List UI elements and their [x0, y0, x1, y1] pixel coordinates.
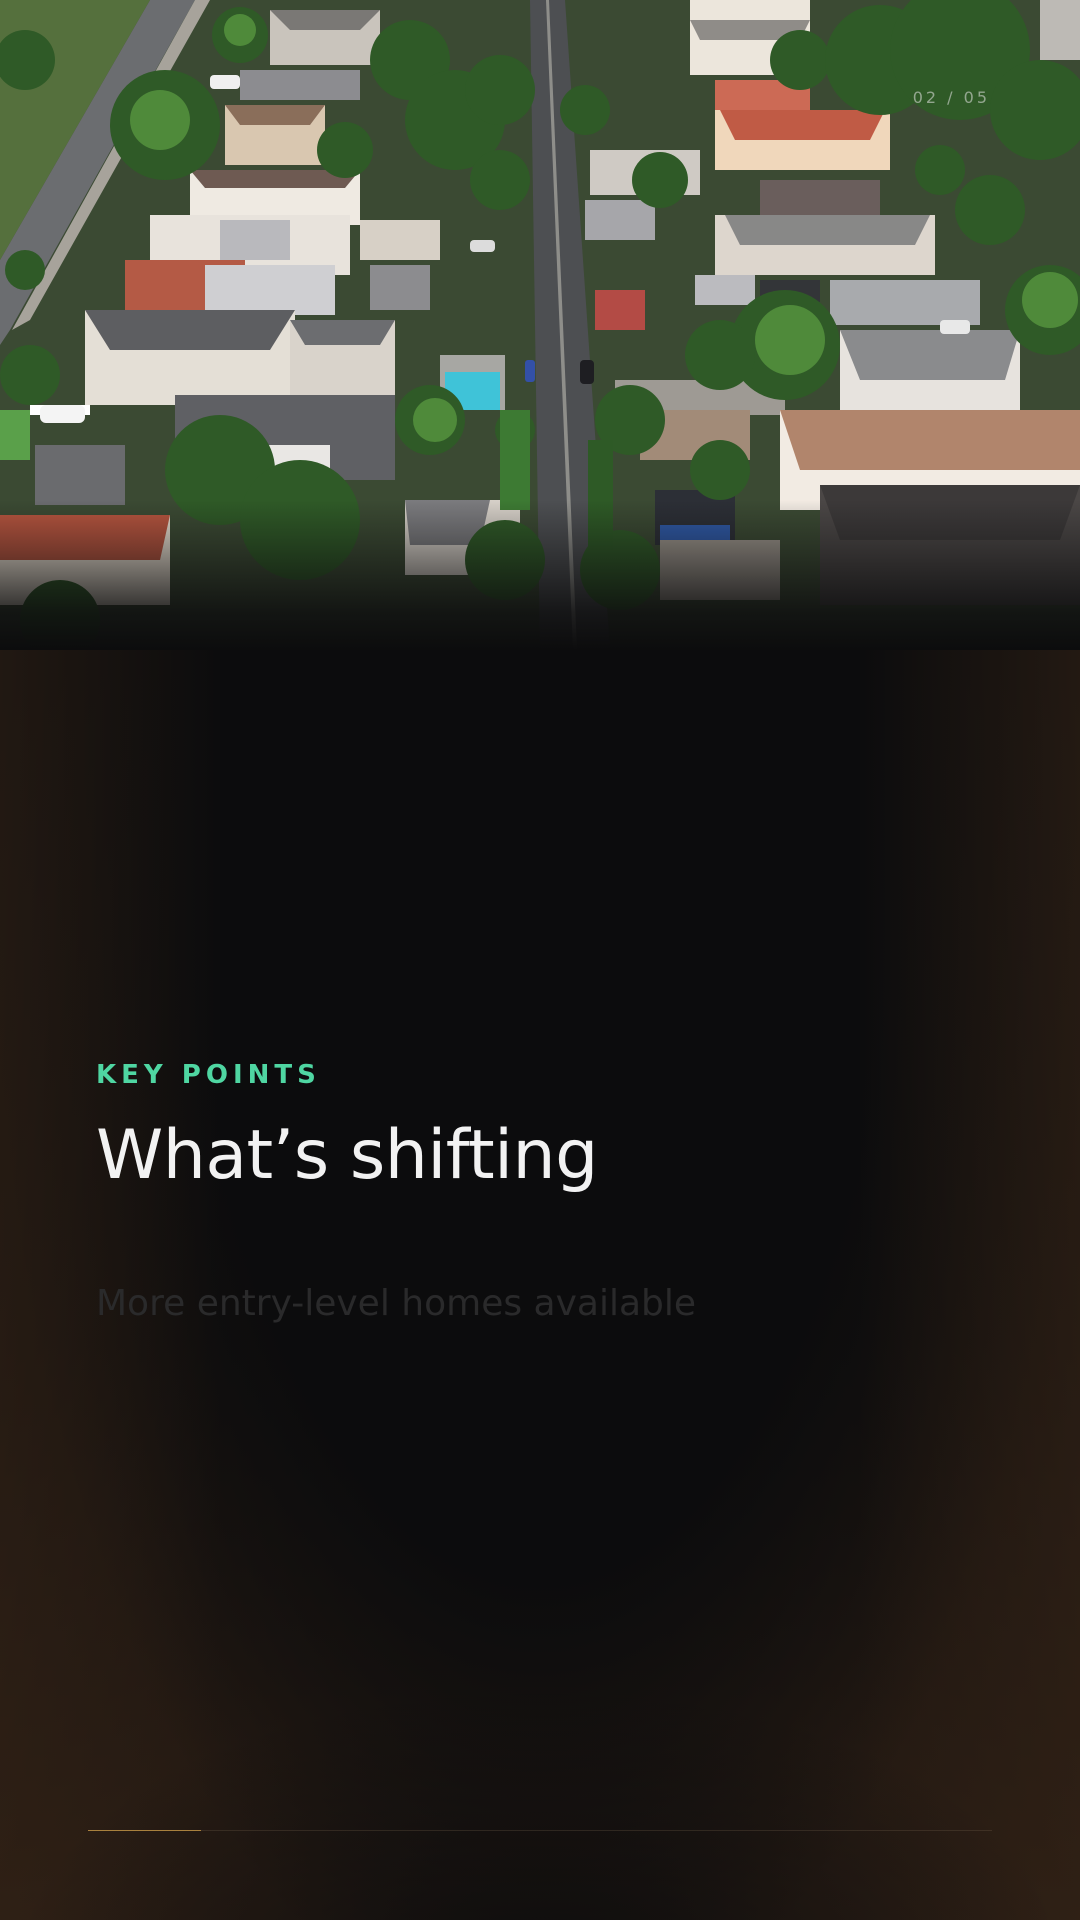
- key-point-item: More entry-level homes available: [96, 1283, 697, 1324]
- bottom-vignette: [0, 1500, 1080, 1920]
- story-progress-fill: [88, 1830, 201, 1831]
- slide-content: KEY POINTS What’s shifting More entry-le…: [96, 1058, 976, 1328]
- hero-fade-overlay: [0, 500, 1080, 650]
- slide-title: What’s shifting: [96, 1116, 598, 1195]
- slide-counter: 02 / 05: [912, 88, 990, 107]
- story-progress-track: [88, 1830, 992, 1831]
- story-slide: 02 / 05 KEY POINTS What’s shifting More …: [0, 0, 1080, 1920]
- section-eyebrow: KEY POINTS: [96, 1060, 321, 1090]
